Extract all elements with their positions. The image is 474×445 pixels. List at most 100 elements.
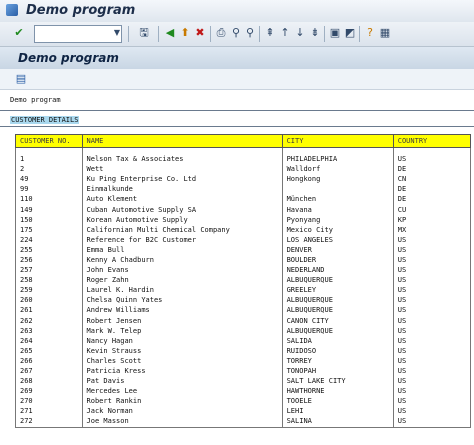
city-cell: HAWTHORNE <box>281 386 394 397</box>
table-row[interactable]: 269 Mercedes Lee HAWTHORNE US <box>15 386 472 397</box>
screen-title-bar: Demo program <box>0 47 474 70</box>
table-row[interactable]: 255 Emma Bull DENVER US <box>15 244 472 255</box>
standard-toolbar: ✔ ▼ 🖫 ◀ ⬆ ✖ ⎙ ⚲ ⚲ ⇞ ↑ ↓ ⇟ ▣ ◩ ? ▦ <box>0 22 474 47</box>
list-icon[interactable]: ▤ <box>14 72 28 86</box>
country-cell: DE <box>392 164 472 175</box>
create-session-icon[interactable]: ▣ <box>328 26 342 40</box>
table-row[interactable]: 260 Chelsa Quinn Yates ALBUQUERQUE US <box>15 295 472 306</box>
table-row[interactable]: 99 Einmalkunde DE <box>15 184 472 195</box>
table-row[interactable]: 272 Joe Masson SALINA US <box>15 416 472 428</box>
name-cell: Kevin Strauss <box>81 345 283 356</box>
country-cell: MX <box>392 224 472 235</box>
application-toolbar: ▤ <box>0 69 474 90</box>
cancel-icon[interactable]: ✖ <box>193 26 207 40</box>
heading-divider <box>0 110 474 111</box>
section-divider <box>0 126 474 127</box>
country-cell: CU <box>392 204 472 215</box>
name-cell: Chelsa Quinn Yates <box>81 295 283 306</box>
command-dropdown-icon[interactable]: ▼ <box>112 26 122 40</box>
country-cell: US <box>392 325 472 336</box>
city-cell: München <box>281 194 394 205</box>
toolbar-separator <box>324 26 325 42</box>
enter-check-icon[interactable]: ✔ <box>12 26 26 40</box>
country-cell: US <box>392 154 472 165</box>
back-icon[interactable]: ◀ <box>163 26 177 40</box>
column-header-name: NAME <box>81 134 283 148</box>
city-cell: PHILADELPHIA <box>281 154 394 165</box>
table-row[interactable]: 267 Patricia Kress TONOPAH US <box>15 365 472 377</box>
country-cell: US <box>392 355 472 366</box>
table-row[interactable]: 175 Californian Multi Chemical Company Mex… <box>15 224 472 235</box>
city-cell: GREELEY <box>281 285 394 296</box>
title-bar: Demo program <box>0 0 474 23</box>
command-field[interactable] <box>34 25 122 43</box>
customer-no-cell: 265 <box>15 345 83 356</box>
table-row[interactable]: 270 Robert Rankin TOOELE US <box>15 396 472 407</box>
table-row[interactable]: 263 Mark W. Telep ALBUQUERQUE US <box>15 325 472 336</box>
table-row[interactable]: 150 Korean Automotive Supply Pyonyang KP <box>15 214 472 225</box>
name-cell: Nancy Hagan <box>81 335 283 346</box>
country-cell: US <box>392 376 472 387</box>
name-cell: Emma Bull <box>81 244 283 255</box>
save-icon[interactable]: 🖫 <box>137 26 151 40</box>
name-cell: John Evans <box>81 265 283 276</box>
table-row[interactable]: 149 Cuban Automotive Supply SA Havana CU <box>15 204 472 215</box>
table-row[interactable]: 258 Roger Zahn ALBUQUERQUE US <box>15 275 472 286</box>
report-list: Demo program CUSTOMER DETAILS CUSTOMER N… <box>0 90 474 445</box>
country-cell: US <box>392 386 472 397</box>
country-cell: US <box>392 365 472 377</box>
table-header-row: CUSTOMER NO. NAME CITY COUNTRY <box>15 134 472 148</box>
customer-no-cell: 149 <box>15 204 83 215</box>
name-cell: Kenny A Chadburn <box>81 254 283 266</box>
toolbar-separator <box>158 26 159 42</box>
print-icon[interactable]: ⎙ <box>214 26 228 40</box>
table-row[interactable]: 265 Kevin Strauss RUIDOSO US <box>15 345 472 356</box>
city-cell <box>281 184 394 195</box>
country-cell: DE <box>392 194 472 205</box>
first-page-icon[interactable]: ⇞ <box>263 26 277 40</box>
country-cell: DE <box>392 184 472 195</box>
table-row[interactable]: 264 Nancy Hagan SALIDA US <box>15 335 472 346</box>
name-cell: Charles Scott <box>81 355 283 366</box>
table-row[interactable]: 262 Robert Jensen CANON CITY US <box>15 315 472 326</box>
table-row[interactable]: 257 John Evans NEDERLAND US <box>15 265 472 276</box>
name-cell: Robert Rankin <box>81 396 283 407</box>
customize-layout-icon[interactable]: ▦ <box>378 26 392 40</box>
customer-no-cell: 267 <box>15 365 83 377</box>
customer-table: CUSTOMER NO. NAME CITY COUNTRY 1 Nelson T… <box>15 134 472 428</box>
city-cell: SALINA <box>281 416 394 428</box>
table-row[interactable]: 224 Reference for B2C Customer LOS ANGELES… <box>15 234 472 245</box>
table-row[interactable]: 271 Jack Norman LEHI US <box>15 406 472 417</box>
next-page-icon[interactable]: ↓ <box>293 26 307 40</box>
customer-no-cell: 110 <box>15 194 83 205</box>
customer-no-cell: 271 <box>15 406 83 417</box>
country-cell: KP <box>392 214 472 225</box>
country-cell: CN <box>392 174 472 185</box>
table-row[interactable]: 110 Auto Klement München DE <box>15 194 472 205</box>
table-row[interactable]: 266 Charles Scott TORREY US <box>15 355 472 366</box>
customer-no-cell: 270 <box>15 396 83 407</box>
find-icon[interactable]: ⚲ <box>229 26 243 40</box>
help-icon[interactable]: ? <box>363 26 377 40</box>
customer-no-cell: 99 <box>15 184 83 195</box>
report-heading: Demo program <box>10 96 61 104</box>
table-row[interactable]: 256 Kenny A Chadburn BOULDER US <box>15 254 472 266</box>
find-next-icon[interactable]: ⚲ <box>243 26 257 40</box>
city-cell: NEDERLAND <box>281 265 394 276</box>
shortcut-icon[interactable]: ◩ <box>343 26 357 40</box>
table-row[interactable]: 1 Nelson Tax & Associates PHILADELPHIA US <box>15 154 472 165</box>
country-cell: US <box>392 234 472 245</box>
column-header-customer-no: CUSTOMER NO. <box>15 134 83 148</box>
previous-page-icon[interactable]: ↑ <box>278 26 292 40</box>
customer-no-cell: 224 <box>15 234 83 245</box>
table-row[interactable]: 2 Wett Walldorf DE <box>15 164 472 175</box>
table-row[interactable]: 268 Pat Davis SALT LAKE CITY US <box>15 376 472 387</box>
exit-icon[interactable]: ⬆ <box>178 26 192 40</box>
customer-no-cell: 261 <box>15 305 83 316</box>
table-row[interactable]: 261 Andrew Williams ALBUQUERQUE US <box>15 305 472 316</box>
column-header-city: CITY <box>281 134 394 148</box>
last-page-icon[interactable]: ⇟ <box>308 26 322 40</box>
name-cell: Mercedes Lee <box>81 386 283 397</box>
table-row[interactable]: 259 Laurel K. Hardin GREELEY US <box>15 285 472 296</box>
table-row[interactable]: 49 Ku Ping Enterprise Co. Ltd Hongkong CN <box>15 174 472 185</box>
